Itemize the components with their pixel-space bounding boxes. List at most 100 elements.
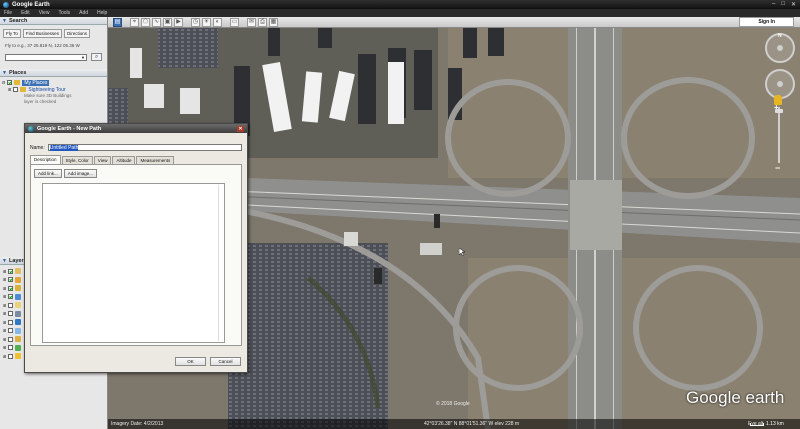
zoom-slider-handle[interactable]	[775, 109, 783, 113]
planets-button[interactable]: ◐	[213, 17, 222, 27]
collapse-triangle-icon: ▼	[2, 257, 7, 264]
tab-directions[interactable]: Directions	[63, 29, 90, 38]
dialog-close-icon[interactable]: ✕	[237, 125, 244, 132]
print-button[interactable]: ⎙	[258, 17, 267, 27]
coordinates-readout: 42°03'26.38" N 88°01'51.36" W elev 228 m	[424, 421, 520, 427]
places-tree: ⊟ My Places ⊞ Sightseeing Tour Make sure…	[0, 77, 107, 107]
expand-icon[interactable]: ⊞	[3, 303, 6, 308]
ruler-button[interactable]: ▭	[230, 17, 239, 27]
layer-checkbox[interactable]	[8, 311, 14, 317]
maximize-button[interactable]: □	[781, 1, 785, 8]
menu-file[interactable]: File	[4, 10, 12, 16]
checkbox[interactable]	[13, 87, 19, 92]
minimize-button[interactable]: –	[772, 1, 775, 8]
checkbox[interactable]	[7, 80, 13, 85]
layer-checkbox[interactable]	[8, 294, 14, 300]
expand-icon[interactable]: ⊞	[3, 345, 6, 350]
layer-checkbox[interactable]	[8, 353, 14, 359]
layer-checkbox[interactable]	[8, 268, 14, 274]
google-earth-icon	[28, 125, 34, 132]
expand-icon[interactable]: ⊞	[8, 87, 11, 92]
search-hint: Fly to e.g., 37 25.819 N, 122 05.36 W	[5, 43, 80, 48]
search-tabs: Fly To Find Businesses Directions	[0, 25, 107, 40]
layer-checkbox[interactable]	[8, 345, 14, 351]
expand-icon[interactable]: ⊟	[2, 80, 5, 85]
add-polygon-button[interactable]: ⬠	[141, 17, 150, 27]
ok-button[interactable]: OK	[175, 357, 206, 366]
scale-value: 1.13 km	[766, 421, 784, 427]
record-tour-button[interactable]: ▶	[174, 17, 183, 27]
layer-checkbox[interactable]	[8, 319, 14, 325]
expand-icon[interactable]: ⊞	[3, 286, 6, 291]
menu-edit[interactable]: Edit	[21, 10, 30, 16]
expand-icon[interactable]: ⊞	[3, 354, 6, 359]
scale-bar	[750, 422, 764, 426]
sidebar-toggle-button[interactable]: ▤	[113, 17, 122, 27]
expand-icon[interactable]: ⊞	[3, 294, 6, 299]
move-handle-icon[interactable]	[777, 81, 783, 87]
tab-find-businesses[interactable]: Find Businesses	[22, 29, 62, 38]
expand-icon[interactable]: ⊞	[3, 328, 6, 333]
look-handle-icon[interactable]	[777, 45, 783, 51]
chevron-down-icon[interactable]: ▼	[81, 55, 85, 60]
sunlight-button[interactable]: ☀	[202, 17, 211, 27]
tab-style-color[interactable]: Style, Color	[61, 156, 93, 164]
layer-icon	[15, 353, 22, 360]
search-input[interactable]: ▼	[5, 53, 87, 61]
scale-legend: 1.13 km	[750, 421, 784, 427]
menu-help[interactable]: Help	[97, 10, 107, 16]
search-panel-header[interactable]: ▼ Search	[0, 17, 107, 25]
zoom-slider[interactable]	[778, 107, 780, 163]
collapse-triangle-icon: ▼	[2, 17, 7, 24]
menu-tools[interactable]: Tools	[58, 10, 70, 16]
expand-icon[interactable]: ⊞	[3, 320, 6, 325]
close-button[interactable]: ✕	[791, 1, 796, 8]
look-joystick[interactable]: N	[765, 33, 795, 63]
title-bar: Google Earth – □ ✕	[0, 0, 800, 9]
layer-icon	[15, 293, 22, 300]
layer-checkbox[interactable]	[8, 285, 14, 291]
view-in-maps-button[interactable]: ▦	[269, 17, 278, 27]
email-button[interactable]: ✉	[247, 17, 256, 27]
dialog-title: Google Earth - New Path	[37, 125, 102, 132]
menu-add[interactable]: Add	[79, 10, 88, 16]
google-earth-window: Google Earth – □ ✕ File Edit View Tools …	[0, 0, 800, 429]
sign-in-button[interactable]: Sign In	[739, 17, 794, 27]
zoom-out-icon[interactable]: −	[775, 163, 780, 173]
expand-icon[interactable]: ⊞	[3, 311, 6, 316]
tab-view[interactable]: View	[93, 156, 112, 164]
name-field[interactable]: Untitled Path	[47, 144, 242, 151]
places-panel-title: Places	[8, 69, 27, 76]
layer-icon	[15, 336, 22, 343]
add-path-button[interactable]: ∿	[152, 17, 161, 27]
places-item-sightseeing[interactable]: ⊞ Sightseeing Tour	[2, 86, 105, 93]
layer-icon	[15, 327, 22, 334]
layer-checkbox[interactable]	[8, 336, 14, 342]
places-item-my-places[interactable]: ⊟ My Places	[2, 79, 105, 86]
add-image-button[interactable]: Add image...	[63, 169, 98, 178]
layer-checkbox[interactable]	[8, 328, 14, 334]
expand-icon[interactable]: ⊞	[3, 269, 6, 274]
tab-measurements[interactable]: Measurements	[136, 156, 175, 164]
add-overlay-button[interactable]: ▣	[163, 17, 172, 27]
places-panel-header[interactable]: ▼ Places	[0, 69, 107, 77]
tab-fly-to[interactable]: Fly To	[3, 29, 21, 38]
add-placemark-button[interactable]: ⌖	[130, 17, 139, 27]
tab-altitude[interactable]: Altitude	[112, 156, 136, 164]
historical-imagery-button[interactable]: ◷	[191, 17, 200, 27]
expand-icon[interactable]: ⊞	[3, 337, 6, 342]
expand-icon[interactable]: ⊞	[3, 277, 6, 282]
google-earth-logo: Google earth	[686, 388, 785, 407]
dialog-tabs: Description Style, Color View Altitude M…	[25, 151, 247, 164]
dialog-title-bar[interactable]: Google Earth - New Path ✕	[25, 124, 247, 133]
layer-checkbox[interactable]	[8, 277, 14, 283]
menu-view[interactable]: View	[39, 10, 50, 16]
cancel-button[interactable]: Cancel	[210, 357, 241, 366]
layer-checkbox[interactable]	[8, 302, 14, 308]
tab-description[interactable]: Description	[30, 155, 61, 164]
status-bar: Imagery Date: 4/2/2013 42°03'26.38" N 88…	[108, 419, 800, 429]
places-note: layer is checked	[24, 99, 57, 104]
search-icon[interactable]: ⌕	[91, 53, 102, 61]
add-link-button[interactable]: Add link...	[34, 169, 62, 178]
description-textarea[interactable]	[42, 183, 225, 343]
